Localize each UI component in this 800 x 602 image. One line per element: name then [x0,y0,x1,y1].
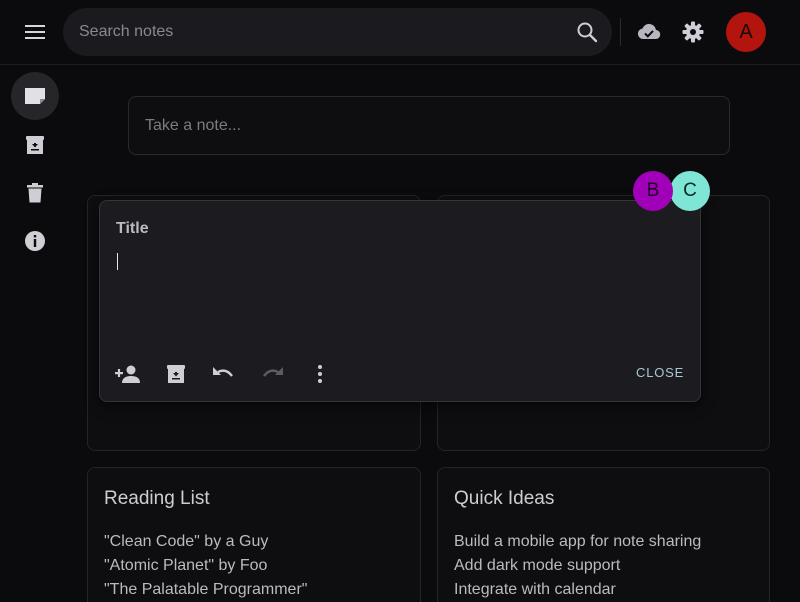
user-avatar[interactable]: A [726,12,766,52]
menu-icon [25,25,45,39]
archive-icon [167,365,185,383]
note-body: "Clean Code" by a Guy "Atomic Planet" by… [104,530,307,602]
sidebar-item-archive[interactable] [11,121,59,169]
toolbar-divider [620,18,621,46]
trash-icon [27,183,43,203]
undo-icon [213,367,233,377]
search-bar [63,8,612,56]
archive-button[interactable] [163,361,189,387]
note-editor: Title CLOSE [99,200,701,402]
archive-icon [26,136,44,154]
note-icon [25,88,45,104]
more-options-button[interactable] [307,361,333,387]
note-title: Quick Ideas [454,488,555,509]
note-title-input[interactable]: Title [116,220,149,238]
sync-status-button[interactable] [636,20,662,44]
sidebar-item-notes[interactable] [11,72,59,120]
cloud-done-icon [637,23,661,40]
note-body: Build a mobile app for note sharing Add … [454,530,701,602]
search-button[interactable] [575,20,599,44]
close-button[interactable]: CLOSE [636,365,684,380]
menu-button[interactable] [19,16,51,48]
undo-button[interactable] [211,361,237,387]
note-line: Add dark mode support [454,557,621,574]
note-line: "The Palatable Programmer" [104,581,308,598]
more-vert-icon [318,365,322,383]
text-caret [117,253,118,270]
search-icon [577,22,598,43]
search-input[interactable] [79,8,569,56]
collaborator-avatar[interactable]: B [633,171,673,211]
take-note-bar [128,96,730,155]
redo-icon [263,367,283,377]
sidebar-item-about[interactable] [11,217,59,265]
top-app-bar: A [0,0,800,65]
redo-button[interactable] [259,361,285,387]
settings-button[interactable] [681,20,705,44]
note-line: Integrate with calendar [454,581,616,598]
add-collaborator-button[interactable] [115,361,141,387]
collaborator-avatar[interactable]: C [670,171,710,211]
note-title: Reading List [104,488,210,509]
note-line: Build a mobile app for note sharing [454,533,702,550]
note-card-quick-ideas[interactable]: Quick Ideas Build a mobile app for note … [437,467,770,602]
sidebar-item-trash[interactable] [11,169,59,217]
note-line: "Atomic Planet" by Foo [104,557,268,574]
gear-icon [682,21,704,43]
add-collaborator-icon [115,365,140,383]
note-card-reading-list[interactable]: Reading List "Clean Code" by a Guy "Atom… [87,467,421,602]
info-icon [25,231,45,251]
take-note-input[interactable] [145,97,705,154]
note-line: "Clean Code" by a Guy [104,533,269,550]
